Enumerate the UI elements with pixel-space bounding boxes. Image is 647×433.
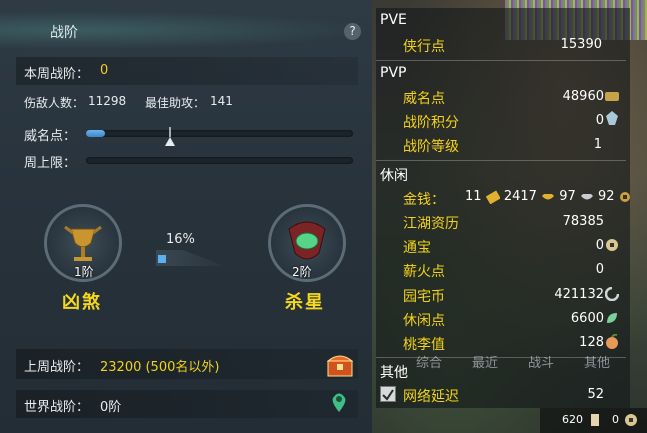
coin-icon bbox=[625, 414, 637, 426]
prestige-label: 威名点： bbox=[24, 129, 77, 144]
map-pin-icon[interactable] bbox=[330, 391, 348, 413]
peach-icon bbox=[606, 334, 618, 349]
chat-tabs: 综合 最近 战斗 其他 bbox=[376, 352, 630, 371]
pvp-header: PVP bbox=[380, 65, 407, 81]
prestige-marker-icon bbox=[165, 127, 175, 146]
crystal-icon bbox=[606, 111, 618, 125]
rank-progress-percent: 16% bbox=[166, 232, 195, 247]
zhanjie-level-value: 1 bbox=[593, 137, 602, 152]
xiuxian-value: 6600 bbox=[570, 311, 604, 326]
help-button[interactable]: ? bbox=[344, 23, 361, 40]
chat-tab[interactable]: 战斗 bbox=[528, 352, 554, 371]
prestige-coin-icon bbox=[605, 92, 619, 101]
chat-tab[interactable]: 其他 bbox=[584, 352, 610, 371]
xinhuo-value: 0 bbox=[595, 262, 604, 277]
current-rank-name: 凶煞 bbox=[62, 292, 102, 313]
bottom-value-1: 620 bbox=[562, 413, 583, 426]
weekly-rank-value: 0 bbox=[100, 63, 109, 78]
world-rank-value: 0阶 bbox=[100, 400, 122, 415]
taoli-label: 桃李值 bbox=[403, 337, 445, 353]
tongbao-value: 0 bbox=[595, 238, 604, 253]
leisure-header: 休闲 bbox=[380, 168, 408, 184]
weekly-cap-bar bbox=[86, 157, 353, 164]
kills-value: 11298 bbox=[88, 94, 127, 108]
latency-checkbox[interactable] bbox=[380, 386, 396, 402]
panel-title: 战阶 bbox=[50, 25, 78, 41]
copper-coin-icon bbox=[619, 191, 630, 202]
latency-value: 52 bbox=[587, 387, 604, 402]
jianghu-value: 78385 bbox=[562, 214, 604, 229]
last-week-value: 23200 (500名以外) bbox=[100, 360, 220, 375]
checkmark-icon bbox=[382, 389, 394, 401]
prestige-bar bbox=[86, 130, 353, 137]
next-rank-name: 杀星 bbox=[285, 292, 325, 313]
world-rank-label: 世界战阶： bbox=[24, 400, 90, 415]
xiaxing-value: 15390 bbox=[560, 37, 602, 52]
weekly-rank-label: 本周战阶： bbox=[24, 67, 90, 82]
silver-ingot-icon bbox=[580, 193, 593, 199]
money-gold: 11 bbox=[465, 189, 482, 204]
yuanzhai-label: 园宅币 bbox=[403, 289, 445, 305]
tongbao-coin-icon bbox=[606, 239, 618, 251]
treasure-chest-icon[interactable] bbox=[327, 353, 353, 377]
divider bbox=[376, 160, 626, 161]
money-silver: 97 bbox=[559, 189, 576, 204]
jianghu-label: 江湖资历 bbox=[403, 216, 459, 232]
pve-header: PVE bbox=[380, 12, 407, 28]
leaf-icon bbox=[607, 313, 617, 323]
xiuxian-label: 休闲点 bbox=[403, 313, 445, 329]
divider bbox=[376, 60, 626, 61]
best-assist-label: 最佳助攻： bbox=[145, 96, 206, 110]
yuanzhai-value: 421132 bbox=[554, 287, 604, 302]
chat-tab[interactable]: 综合 bbox=[416, 352, 442, 371]
taoli-value: 128 bbox=[579, 335, 604, 350]
gold-ingot-icon bbox=[542, 193, 555, 199]
best-assist-value: 141 bbox=[210, 94, 233, 108]
money-silver-ingot: 2417 bbox=[503, 189, 537, 204]
money-values: 11 2417 97 92 bbox=[465, 189, 631, 204]
weiming-label: 威名点 bbox=[403, 91, 445, 107]
tongbao-label: 通宝 bbox=[403, 240, 431, 256]
latency-label: 网络延迟 bbox=[403, 389, 459, 405]
gold-brick-icon bbox=[485, 190, 500, 204]
next-rank-level: 2阶 bbox=[292, 265, 312, 279]
other-header: 其他 bbox=[380, 365, 408, 381]
money-copper: 92 bbox=[598, 189, 615, 204]
zhanjie-level-label: 战阶等级 bbox=[403, 139, 459, 155]
divider bbox=[376, 357, 626, 358]
xinhuo-label: 薪火点 bbox=[403, 264, 445, 280]
rank-progress-fill bbox=[158, 255, 166, 263]
house-coin-icon bbox=[605, 287, 619, 301]
zhanjie-score-value: 0 bbox=[595, 113, 604, 128]
last-week-label: 上周战阶： bbox=[24, 360, 90, 375]
weiming-value: 48960 bbox=[562, 89, 604, 104]
bottom-value-2: 0 bbox=[612, 413, 619, 426]
weekly-cap-label: 周上限： bbox=[24, 156, 77, 171]
scroll-icon bbox=[591, 414, 599, 426]
money-label: 金钱： bbox=[403, 192, 445, 208]
zhanjie-score-label: 战阶积分 bbox=[403, 115, 459, 131]
xiaxing-label: 侠行点 bbox=[403, 39, 445, 55]
prestige-bar-fill bbox=[86, 130, 105, 137]
bottom-status-bar: 620 0 bbox=[540, 408, 647, 433]
chat-tab[interactable]: 最近 bbox=[472, 352, 498, 371]
kills-label: 伤敌人数： bbox=[24, 96, 85, 110]
current-rank-level: 1阶 bbox=[74, 265, 94, 279]
